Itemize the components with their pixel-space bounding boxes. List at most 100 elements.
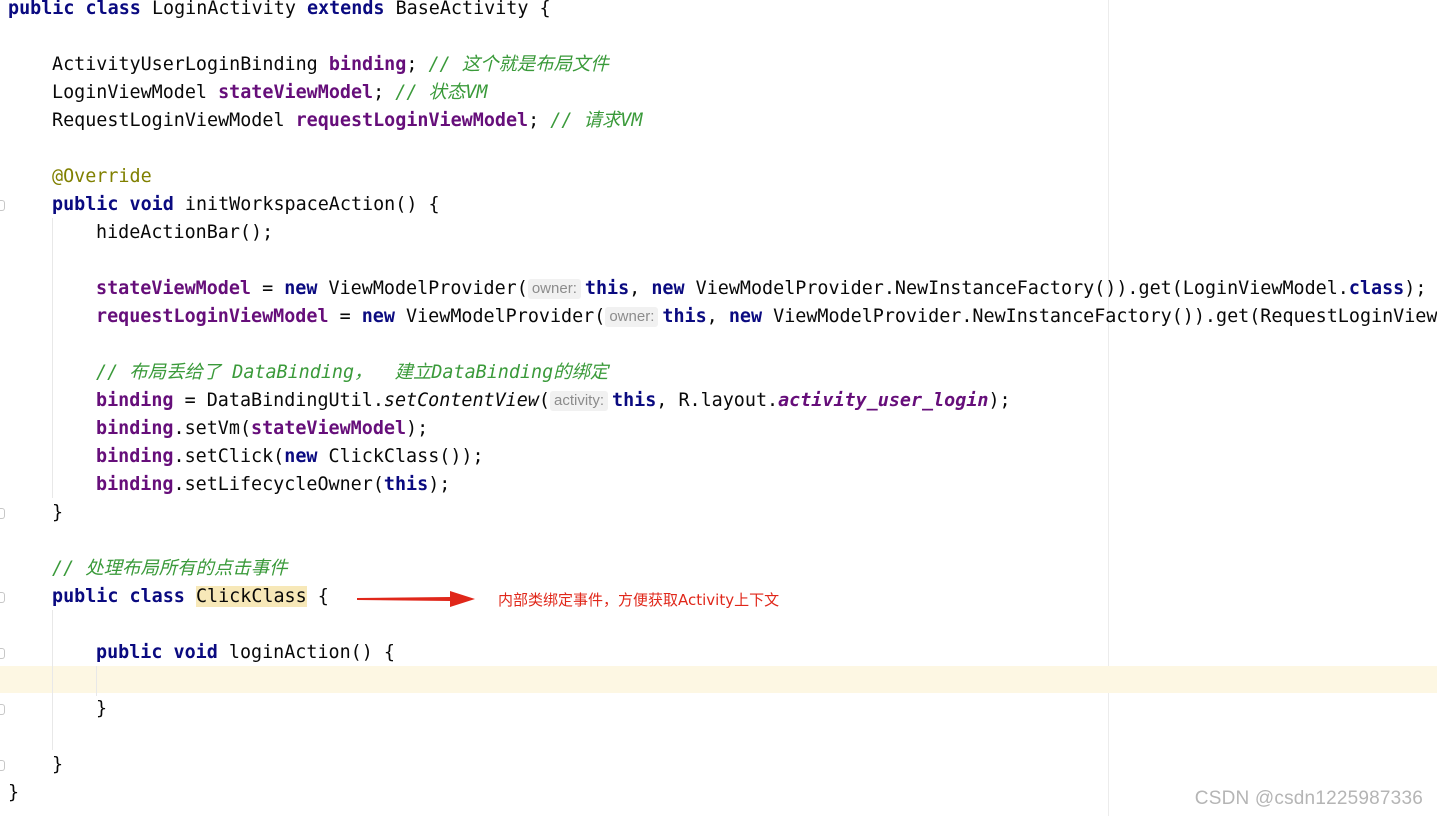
code-text: ;	[373, 82, 385, 103]
code-text: BaseActivity {	[395, 0, 551, 19]
annotation: @Override	[52, 166, 152, 187]
code-text: ,	[629, 278, 652, 299]
keyword: public void	[96, 642, 218, 663]
field-name: binding	[96, 474, 174, 495]
code-line-comment[interactable]: // 处理布局所有的点击事件	[52, 555, 288, 583]
code-line-class-declaration[interactable]: public class LoginActivity extends BaseA…	[8, 0, 551, 23]
fold-marker-icon[interactable]	[0, 760, 5, 771]
code-text: ViewModelProvider.NewInstanceFactory()).…	[773, 306, 1437, 327]
code-text: =	[251, 278, 285, 299]
keyword: class	[1348, 278, 1405, 299]
arrow-right-icon	[357, 591, 475, 607]
keyword: this	[584, 278, 630, 299]
code-text: );	[988, 390, 1011, 411]
code-line-state-vm-field[interactable]: LoginViewModel stateViewModel; // 状态VM	[52, 79, 487, 107]
code-line-state-vm-assign[interactable]: stateViewModel = new ViewModelProvider(o…	[96, 275, 1426, 303]
fold-marker-icon[interactable]	[0, 508, 5, 519]
code-line-close-brace[interactable]: }	[8, 779, 19, 807]
code-text: }	[52, 502, 64, 523]
code-text: );	[428, 474, 451, 495]
code-text: loginAction() {	[228, 642, 395, 663]
field-name: requestLoginViewModel	[96, 306, 329, 327]
code-editor[interactable]: public class LoginActivity extends BaseA…	[0, 0, 1437, 816]
class-name: LoginActivity	[151, 0, 296, 19]
code-text: );	[1404, 278, 1427, 299]
code-line-login-action[interactable]: public void loginAction() {	[96, 639, 395, 667]
keyword: new	[651, 278, 685, 299]
class-name-highlighted: ClickClass	[195, 586, 307, 607]
code-comment: // 布局丢给了 DataBinding， 建立DataBinding的绑定	[96, 362, 609, 383]
indent-guide	[52, 610, 53, 750]
parameter-hint: owner:	[527, 279, 581, 299]
code-line-close-brace[interactable]: }	[52, 499, 63, 527]
field-name: binding	[328, 54, 407, 75]
field-name: binding	[96, 446, 174, 467]
fold-marker-icon[interactable]	[0, 648, 5, 659]
code-text: }	[96, 698, 108, 719]
code-text: initWorkspaceAction() {	[184, 194, 440, 215]
code-text: ,	[706, 306, 729, 327]
code-text: .setVm(	[173, 418, 252, 439]
keyword: this	[383, 474, 429, 495]
field-name: binding	[96, 418, 174, 439]
code-line-binding-field[interactable]: ActivityUserLoginBinding binding; // 这个就…	[52, 51, 609, 79]
keyword: public class	[52, 586, 185, 607]
code-text: }	[52, 754, 64, 775]
code-line-set-content-view[interactable]: binding = DataBindingUtil.setContentView…	[96, 387, 1011, 415]
code-comment: // 请求VM	[550, 110, 643, 131]
fold-marker-icon[interactable]	[0, 200, 5, 211]
code-line-hide-action-bar[interactable]: hideActionBar();	[96, 219, 273, 247]
code-text: ;	[406, 54, 418, 75]
code-text: ViewModelProvider(	[328, 278, 528, 299]
code-text: .setClick(	[173, 446, 285, 467]
code-text: ;	[528, 110, 540, 131]
method-name: setContentView	[383, 390, 539, 411]
parameter-hint: owner:	[605, 307, 659, 327]
type-name: ActivityUserLoginBinding	[52, 54, 318, 75]
callout-annotation: 内部类绑定事件，方便获取Activity上下文	[498, 591, 780, 609]
type-name: LoginViewModel	[52, 82, 208, 103]
current-line-highlight	[0, 666, 1437, 693]
code-text: ViewModelProvider.NewInstanceFactory()).…	[695, 278, 1349, 299]
code-text: ViewModelProvider(	[406, 306, 606, 327]
code-comment: // 这个就是布局文件	[428, 54, 609, 75]
indent-guide	[52, 218, 53, 498]
fold-marker-icon[interactable]	[0, 704, 5, 715]
static-field: activity_user_login	[778, 390, 989, 411]
code-line-set-vm[interactable]: binding.setVm(stateViewModel);	[96, 415, 428, 443]
keyword: this	[612, 390, 657, 411]
code-text: .setLifecycleOwner(	[173, 474, 384, 495]
field-name: binding	[96, 390, 174, 411]
fold-marker-icon[interactable]	[0, 592, 5, 603]
code-text: = DataBindingUtil.	[173, 390, 384, 411]
code-line-method-declaration[interactable]: public void initWorkspaceAction() {	[52, 191, 440, 219]
code-line-annotation[interactable]: @Override	[52, 163, 152, 191]
keyword: this	[662, 306, 707, 327]
parameter-hint: activity:	[549, 391, 608, 411]
keyword: new	[361, 306, 395, 327]
code-line-close-brace[interactable]: }	[96, 695, 107, 723]
keyword: public void	[52, 194, 174, 215]
type-name: RequestLoginViewModel	[52, 110, 285, 131]
code-line-comment[interactable]: // 布局丢给了 DataBinding， 建立DataBinding的绑定	[96, 359, 608, 387]
code-line-request-vm-field[interactable]: RequestLoginViewModel requestLoginViewMo…	[52, 107, 642, 135]
code-text: (	[538, 390, 550, 411]
code-line-inner-class-declaration[interactable]: public class ClickClass {	[52, 583, 329, 611]
watermark: CSDN @csdn1225987336	[1194, 788, 1423, 809]
keyword: extends	[306, 0, 385, 19]
code-text: );	[406, 418, 429, 439]
field-name: stateViewModel	[96, 278, 252, 299]
code-line-close-brace[interactable]: }	[52, 751, 63, 779]
code-line-set-lifecycle-owner[interactable]: binding.setLifecycleOwner(this);	[96, 471, 450, 499]
right-margin-guide	[1108, 0, 1109, 816]
code-text: , R.layout.	[656, 390, 779, 411]
keyword: public class	[8, 0, 141, 19]
code-line-set-click[interactable]: binding.setClick(new ClickClass());	[96, 443, 484, 471]
indent-guide	[96, 666, 97, 696]
code-text: }	[8, 782, 20, 803]
code-comment: // 处理布局所有的点击事件	[52, 558, 288, 579]
keyword: new	[284, 446, 318, 467]
field-name: requestLoginViewModel	[295, 110, 529, 131]
code-line-request-vm-assign[interactable]: requestLoginViewModel = new ViewModelPro…	[96, 303, 1437, 331]
keyword: new	[284, 278, 318, 299]
